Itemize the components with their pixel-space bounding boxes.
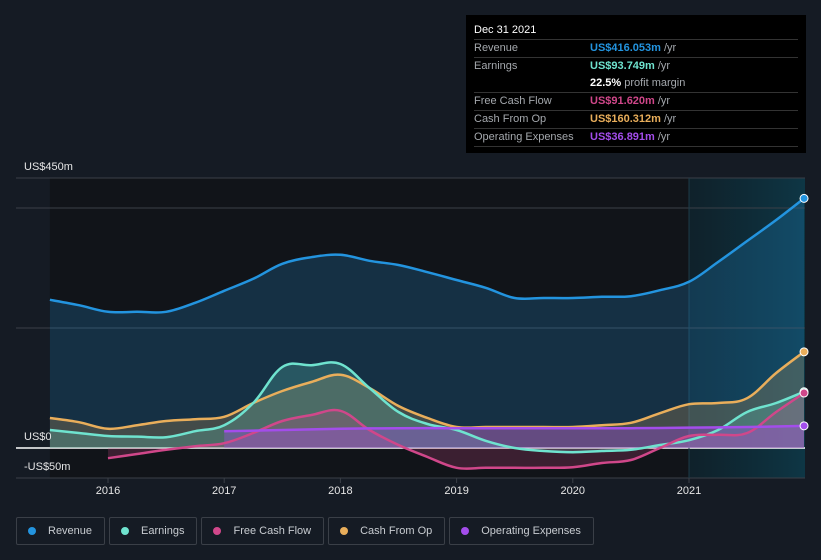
legend-item-free-cash-flow[interactable]: Free Cash Flow bbox=[201, 517, 325, 545]
tooltip-label: Earnings bbox=[474, 60, 518, 72]
tooltip-label: Free Cash Flow bbox=[474, 95, 552, 107]
tooltip-value: US$416.053m bbox=[590, 42, 661, 54]
tooltip-value: US$91.620m bbox=[590, 95, 655, 107]
free-cash-flow-endpoint bbox=[799, 388, 809, 398]
tooltip-unit: /yr bbox=[663, 113, 677, 125]
x-tick-label: 2021 bbox=[677, 485, 701, 497]
tooltip-label bbox=[474, 75, 590, 92]
y-tick-label: -US$50m bbox=[24, 461, 70, 473]
y-tick-label: US$0 bbox=[24, 431, 52, 443]
tooltip-row-profit-margin: 22.5% profit margin bbox=[474, 75, 798, 93]
profit-margin-label: profit margin bbox=[624, 77, 686, 89]
legend-item-operating-expenses[interactable]: Operating Expenses bbox=[449, 517, 594, 545]
legend-item-revenue[interactable]: Revenue bbox=[16, 517, 106, 545]
revenue-dot-icon bbox=[28, 527, 36, 535]
tooltip-row-revenue: Revenue US$416.053m /yr bbox=[474, 40, 798, 58]
tooltip: Dec 31 2021 Revenue US$416.053m /yr Earn… bbox=[466, 15, 806, 153]
tooltip-unit: /yr bbox=[663, 42, 677, 54]
tooltip-label: Cash From Op bbox=[474, 113, 547, 125]
tooltip-row-free-cash-flow: Free Cash Flow US$91.620m /yr bbox=[474, 93, 798, 111]
tooltip-label: Operating Expenses bbox=[474, 131, 574, 143]
legend-label: Revenue bbox=[48, 525, 93, 537]
tooltip-row-cash-from-op: Cash From Op US$160.312m /yr bbox=[474, 111, 798, 129]
y-tick-label: US$450m bbox=[24, 161, 73, 173]
tooltip-row-operating-expenses: Operating Expenses US$36.891m /yr bbox=[474, 129, 798, 147]
tooltip-value: US$93.749m bbox=[590, 60, 655, 72]
tooltip-unit: /yr bbox=[657, 60, 671, 72]
tooltip-unit: /yr bbox=[657, 131, 671, 143]
earnings-dot-icon bbox=[121, 527, 130, 535]
x-tick-label: 2017 bbox=[212, 485, 236, 497]
x-tick-label: 2019 bbox=[444, 485, 468, 497]
x-axis-labels: 2016 2017 2018 2019 2020 2021 bbox=[96, 478, 701, 497]
tooltip-row-earnings: Earnings US$93.749m /yr bbox=[474, 58, 798, 75]
free-cash-flow-dot-icon bbox=[213, 527, 222, 535]
legend: Revenue Earnings Free Cash Flow Cash Fro… bbox=[16, 517, 594, 545]
legend-label: Cash From Op bbox=[360, 525, 433, 537]
tooltip-value: US$36.891m bbox=[590, 131, 655, 143]
legend-item-earnings[interactable]: Earnings bbox=[109, 517, 198, 545]
x-tick-label: 2016 bbox=[96, 485, 120, 497]
profit-margin-value: 22.5% bbox=[590, 77, 622, 89]
legend-label: Earnings bbox=[141, 525, 185, 537]
cash-from-op-dot-icon bbox=[340, 527, 349, 535]
tooltip-label: Revenue bbox=[474, 42, 519, 54]
x-tick-label: 2018 bbox=[328, 485, 352, 497]
legend-label: Free Cash Flow bbox=[233, 525, 312, 537]
legend-label: Operating Expenses bbox=[481, 525, 581, 537]
operating-expenses-dot-icon bbox=[461, 527, 470, 535]
revenue-endpoint bbox=[799, 193, 809, 203]
legend-item-cash-from-op[interactable]: Cash From Op bbox=[328, 517, 446, 545]
tooltip-date: Dec 31 2021 bbox=[474, 21, 798, 40]
tooltip-value: US$160.312m bbox=[590, 113, 661, 125]
x-tick-label: 2020 bbox=[561, 485, 585, 497]
tooltip-unit: /yr bbox=[657, 95, 671, 107]
cash-from-op-endpoint bbox=[799, 347, 809, 357]
operating-expenses-endpoint bbox=[799, 421, 809, 431]
